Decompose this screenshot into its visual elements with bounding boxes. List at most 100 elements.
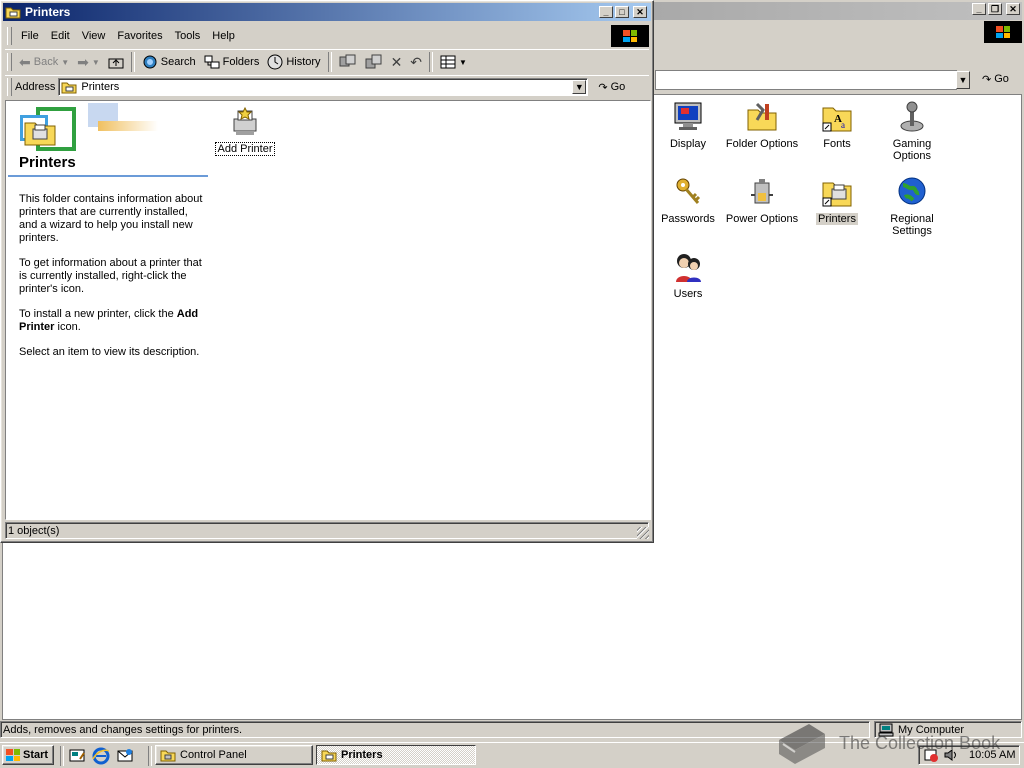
passwords-item[interactable]: Passwords [651, 175, 725, 225]
minimize-button[interactable]: _ [972, 3, 986, 15]
control-panel-address-box[interactable] [655, 70, 957, 90]
printers-item[interactable]: Printers [800, 175, 874, 225]
menu-help[interactable]: Help [206, 26, 241, 46]
printers-titlebar[interactable]: Printers [3, 3, 651, 21]
outlook-express-icon[interactable] [116, 747, 134, 765]
close-button[interactable]: ✕ [633, 6, 647, 18]
panel-title-underline [8, 175, 208, 177]
up-folder-button[interactable] [104, 51, 128, 73]
copy-to-button[interactable] [361, 51, 387, 73]
undo-button[interactable]: ↶ [406, 51, 426, 73]
printers-folder-large-icon [24, 122, 56, 146]
fonts-icon: Aa [822, 107, 852, 132]
printers-status-bar: 1 object(s) [5, 522, 649, 539]
go-button[interactable]: ↷ Go [594, 76, 629, 98]
book-logo-icon [779, 724, 825, 764]
delete-button[interactable]: ✕ [387, 51, 407, 73]
menu-edit[interactable]: Edit [45, 26, 76, 46]
back-arrow-icon: ⬅ [19, 53, 31, 70]
users-icon [676, 254, 701, 282]
up-folder-icon [108, 58, 124, 69]
chevron-down-icon: ▼ [91, 57, 100, 67]
printers-caption-buttons: _ □ ✕ [599, 6, 647, 18]
passwords-icon [676, 178, 701, 204]
watermark: The Collection Book [775, 720, 1000, 766]
restore-button[interactable]: ❐ [988, 3, 1002, 15]
history-icon [267, 54, 283, 70]
delete-x-icon: ✕ [390, 53, 403, 70]
fonts-item[interactable]: Aa Fonts [800, 100, 874, 150]
views-button[interactable]: ▼ [436, 51, 471, 73]
printers-window: Printers _ □ ✕ File Edit View Favorites … [0, 0, 654, 543]
menu-favorites[interactable]: Favorites [111, 26, 168, 46]
menu-bar: File Edit View Favorites Tools Help [5, 25, 605, 47]
add-printer-item[interactable]: Add Printer [208, 105, 282, 156]
folders-button[interactable]: Folders [200, 51, 264, 73]
power-options-icon [751, 179, 773, 204]
go-button[interactable]: ↷ Go [978, 68, 1013, 90]
display-item[interactable]: Display [651, 100, 725, 150]
forward-button[interactable]: ➡ ▼ [73, 51, 104, 73]
power-options-item[interactable]: Power Options [725, 175, 799, 225]
printers-folder-icon [5, 7, 21, 19]
address-input[interactable]: Printers ▼ [58, 78, 589, 96]
menu-tools[interactable]: Tools [169, 26, 207, 46]
gaming-options-item[interactable]: Gaming Options [875, 100, 949, 162]
display-icon [674, 102, 702, 130]
control-panel-status-text: Adds, removes and changes settings for p… [0, 721, 870, 738]
copy-to-icon [365, 54, 382, 69]
control-panel-icon [160, 750, 176, 762]
views-icon [440, 55, 456, 69]
folder-options-icon [747, 102, 777, 131]
undo-icon: ↶ [410, 53, 423, 70]
standard-toolbar: ⬅ Back ▼ ➡ ▼ Search Folders History ✕ ↶ … [5, 49, 649, 74]
svg-text:a: a [841, 120, 845, 130]
menu-file[interactable]: File [15, 26, 45, 46]
address-dropdown-button[interactable]: ▼ [956, 71, 970, 89]
resize-grip-icon[interactable] [637, 527, 649, 539]
control-panel-caption-buttons: _ ❐ ✕ [972, 3, 1020, 15]
start-button[interactable]: Start [2, 745, 54, 765]
address-bar: Address Printers ▼ ↷ Go [5, 75, 649, 98]
show-desktop-icon[interactable] [68, 747, 86, 765]
history-button[interactable]: History [263, 51, 324, 73]
address-dropdown-button[interactable]: ▼ [572, 80, 587, 94]
add-printer-icon [233, 106, 257, 135]
chevron-down-icon: ▼ [61, 57, 70, 67]
search-button[interactable]: Search [138, 51, 200, 73]
printers-icon [822, 182, 852, 207]
panel-description: This folder contains information about p… [19, 193, 203, 358]
printers-folder-icon [321, 750, 337, 762]
chevron-down-icon: ▼ [459, 57, 467, 67]
move-to-button[interactable] [335, 51, 361, 73]
move-to-icon [339, 54, 356, 67]
info-panel: Printers This folder contains informatio… [6, 101, 211, 517]
printers-content: Printers This folder contains informatio… [5, 100, 651, 520]
search-icon [143, 55, 157, 69]
menu-view[interactable]: View [76, 26, 112, 46]
back-button[interactable]: ⬅ Back ▼ [15, 51, 73, 73]
quick-launch [68, 747, 134, 765]
internet-explorer-icon[interactable] [92, 747, 110, 765]
maximize-button[interactable]: □ [615, 6, 629, 18]
address-label: Address [15, 81, 56, 93]
forward-arrow-icon: ➡ [77, 53, 89, 70]
close-button[interactable]: ✕ [1006, 3, 1020, 15]
regional-settings-item[interactable]: Regional Settings [875, 175, 949, 237]
folders-icon [204, 55, 220, 69]
go-arrow-icon: ↷ [598, 81, 608, 94]
go-arrow-icon: ↷ [982, 73, 992, 86]
panel-title: Printers [19, 154, 76, 171]
gaming-options-icon [900, 101, 924, 132]
task-printers[interactable]: Printers [316, 745, 476, 765]
minimize-button[interactable]: _ [599, 6, 613, 18]
panel-banner-graphic [8, 103, 158, 151]
printers-folder-icon [61, 82, 77, 94]
folder-options-item[interactable]: Folder Options [725, 100, 799, 150]
task-control-panel[interactable]: Control Panel [155, 745, 313, 765]
windows-logo-icon [984, 21, 1022, 43]
windows-logo-icon [6, 749, 20, 761]
windows-logo-icon [611, 25, 649, 47]
regional-settings-icon [898, 177, 926, 205]
users-item[interactable]: Users [651, 250, 725, 300]
